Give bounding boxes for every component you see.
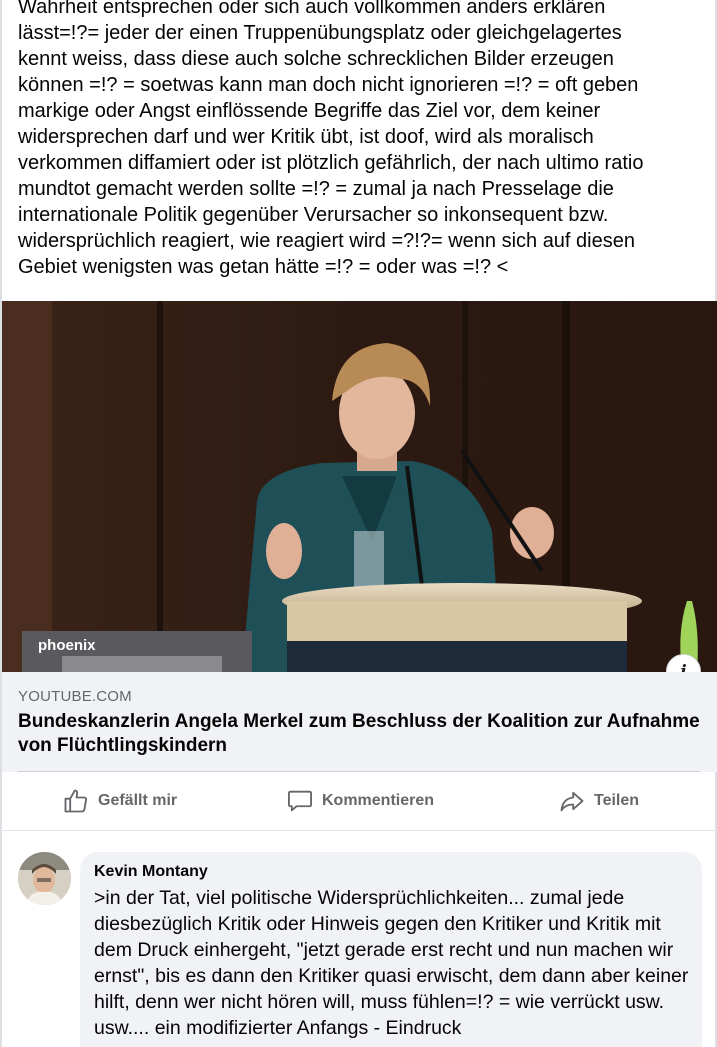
like-label: Gefällt mir bbox=[98, 792, 178, 809]
post-text-line: widersprechen darf und wer Kritik übt, i… bbox=[18, 126, 594, 148]
post-text-line: mundtot gemacht werden sollte =!? = zuma… bbox=[18, 178, 614, 200]
speech-bubble-icon bbox=[287, 790, 313, 812]
post-text-line: markige oder Angst einflössende Begriffe… bbox=[18, 100, 601, 122]
post-text-line: internationale Politik gegenüber Verursa… bbox=[18, 204, 609, 226]
share-label: Teilen bbox=[594, 792, 640, 809]
post-text-line: Wahrheit entsprechen oder sich auch voll… bbox=[18, 0, 606, 18]
comment-button[interactable]: Kommentieren bbox=[286, 772, 434, 830]
comment-author[interactable]: Kevin Montany bbox=[94, 861, 688, 883]
post-text: Wahrheit entsprechen oder sich auch voll… bbox=[18, 0, 708, 280]
avatar-image bbox=[18, 852, 71, 905]
link-preview-meta[interactable]: YOUTUBE.COM Bundeskanzlerin Angela Merke… bbox=[2, 672, 717, 772]
comment-text: >in der Tat, viel politische Widersprüch… bbox=[94, 887, 689, 1039]
like-button[interactable]: Gefällt mir bbox=[62, 772, 177, 830]
post-text-line: verkommen diffamiert oder ist plötzlich … bbox=[18, 152, 644, 174]
thumbs-up-icon bbox=[64, 789, 88, 813]
channel-watermark: phoenix bbox=[38, 637, 96, 654]
share-button[interactable]: Teilen bbox=[558, 772, 639, 830]
comment-label: Kommentieren bbox=[322, 792, 435, 809]
post-actions: Gefällt mir Kommentieren Teilen bbox=[2, 772, 717, 830]
link-domain: YOUTUBE.COM bbox=[18, 688, 132, 705]
post-text-line: widersprüchlich reagiert, wie reagiert w… bbox=[18, 230, 635, 252]
comment-bubble: Kevin Montany >in der Tat, viel politisc… bbox=[80, 852, 702, 1047]
post-text-line: können =!? = soetwas kann man doch nicht… bbox=[18, 74, 639, 96]
comments-separator bbox=[0, 830, 717, 831]
post-text-line: kennt weiss, dass diese auch solche schr… bbox=[18, 48, 614, 70]
post-text-line: lässt=!?= jeder der einen Truppenübungsp… bbox=[18, 22, 622, 44]
video-thumbnail bbox=[2, 301, 717, 672]
link-title[interactable]: Bundeskanzlerin Angela Merkel zum Beschl… bbox=[18, 710, 701, 758]
avatar[interactable] bbox=[18, 852, 71, 905]
link-preview-image[interactable]: phoenix bbox=[2, 301, 717, 672]
post-text-line: Gebiet wenigsten was getan hätte =!? = o… bbox=[18, 256, 509, 278]
share-arrow-icon bbox=[560, 791, 584, 812]
